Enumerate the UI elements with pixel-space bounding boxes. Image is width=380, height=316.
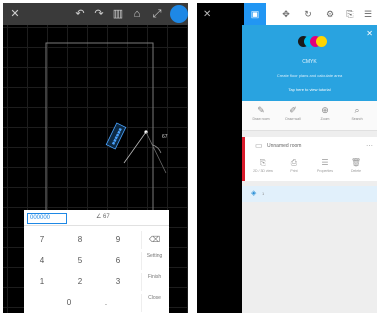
share-icon: ⎘ (259, 158, 267, 167)
hero-banner: ✕ CMYK Create floor plans and calculate … (242, 25, 377, 101)
length-input[interactable]: 000000 (27, 213, 67, 224)
key-7[interactable]: 7 (30, 231, 54, 249)
key-0[interactable]: 0 (57, 294, 81, 312)
keypad-header: 000000 ∠ 67 (24, 210, 169, 226)
dimension-line (123, 131, 147, 164)
close-icon[interactable]: ✕ (366, 29, 373, 38)
numeric-keypad: 000000 ∠ 67 7 8 9 4 5 6 1 2 3 0 . ⌫ Sett… (24, 210, 169, 313)
layer-icon: ◈ (251, 190, 257, 197)
share-icon[interactable]: ⎘ (344, 8, 356, 20)
hero-subtitle: Create floor plans and calculate area (276, 73, 343, 78)
panel-tab-icon[interactable]: ▣ (244, 3, 266, 25)
search-icon: ⌕ (354, 105, 360, 115)
close-key[interactable]: Close (141, 294, 167, 312)
draw-room-button[interactable]: ✎ Draw room (246, 104, 276, 130)
more-icon[interactable]: ⋯ (366, 142, 373, 150)
tool-row: ✎ Draw room ✐ Draw wall ⊕ Zoom ⌕ Search (242, 101, 377, 131)
pencil-icon: ✎ (257, 105, 265, 115)
key-dot[interactable]: . (94, 294, 118, 312)
room-card[interactable]: ▭ Unnamed room ⋯ ⎘ 2D / 3D view ⎙ Print … (242, 137, 377, 181)
selected-item-row[interactable]: ◈ 1 (242, 186, 377, 202)
canvas-strip: ✕ (197, 3, 244, 313)
zoom-icon: ⊕ (321, 105, 329, 115)
angle-text: 67 (162, 134, 168, 140)
key-5[interactable]: 5 (68, 252, 92, 270)
paint-icon: ✐ (289, 105, 297, 115)
key-9[interactable]: 9 (106, 231, 130, 249)
hero-title: CMYK (302, 59, 317, 65)
dimension-label: ■■■■■■ (105, 122, 127, 150)
key-1[interactable]: 1 (30, 273, 54, 291)
backspace-key[interactable]: ⌫ (141, 231, 167, 249)
cad-screen: ✕ ↶ ↷ ▥ ⌂ ⤢ ■■■■■■ 67 000000 ∠ 67 7 8 9 … (3, 3, 188, 313)
angle-input[interactable]: ∠ 67 (96, 213, 110, 220)
search-button[interactable]: ⌕ Search (342, 104, 372, 130)
properties-button[interactable]: ☰ Properties (310, 157, 340, 179)
move-icon[interactable]: ✥ (280, 8, 292, 20)
settings-key[interactable]: Setting (141, 252, 167, 270)
cmyk-logo-icon (298, 36, 328, 50)
key-6[interactable]: 6 (106, 252, 130, 270)
delete-button[interactable]: 🗑 Delete (341, 157, 371, 179)
finish-key[interactable]: Finish (141, 273, 167, 291)
settings-icon[interactable]: ⚙ (324, 8, 336, 20)
side-panel: ✕ CMYK Create floor plans and calculate … (242, 25, 377, 313)
room-name: Unnamed room (267, 143, 302, 149)
panel-toolbar: ▣ ✥ ↻ ⚙ ⎘ ☰ (244, 3, 377, 25)
tutorial-link[interactable]: Tap here to view tutorial (242, 87, 377, 92)
more-icon[interactable]: ☰ (362, 8, 374, 20)
selected-item-label: 1 (262, 191, 265, 196)
key-4[interactable]: 4 (30, 252, 54, 270)
print-button[interactable]: ⎙ Print (279, 157, 309, 179)
key-3[interactable]: 3 (106, 273, 130, 291)
room-icon: ▭ (255, 141, 263, 150)
delete-icon: 🗑 (350, 158, 362, 167)
app-panel-screen: ✕ ▣ ✥ ↻ ⚙ ⎘ ☰ ✕ CMYK Create floor plans … (197, 3, 377, 313)
room-outline (45, 42, 154, 214)
properties-icon: ☰ (321, 158, 329, 167)
key-2[interactable]: 2 (68, 273, 92, 291)
close-icon[interactable]: ✕ (203, 9, 215, 21)
key-8[interactable]: 8 (68, 231, 92, 249)
view-3d-button[interactable]: ⎘ 2D / 3D view (248, 157, 278, 179)
zoom-button[interactable]: ⊕ Zoom (310, 104, 340, 130)
draw-wall-button[interactable]: ✐ Draw wall (278, 104, 308, 130)
rotate-icon[interactable]: ↻ (302, 8, 314, 20)
print-icon: ⎙ (290, 158, 298, 167)
